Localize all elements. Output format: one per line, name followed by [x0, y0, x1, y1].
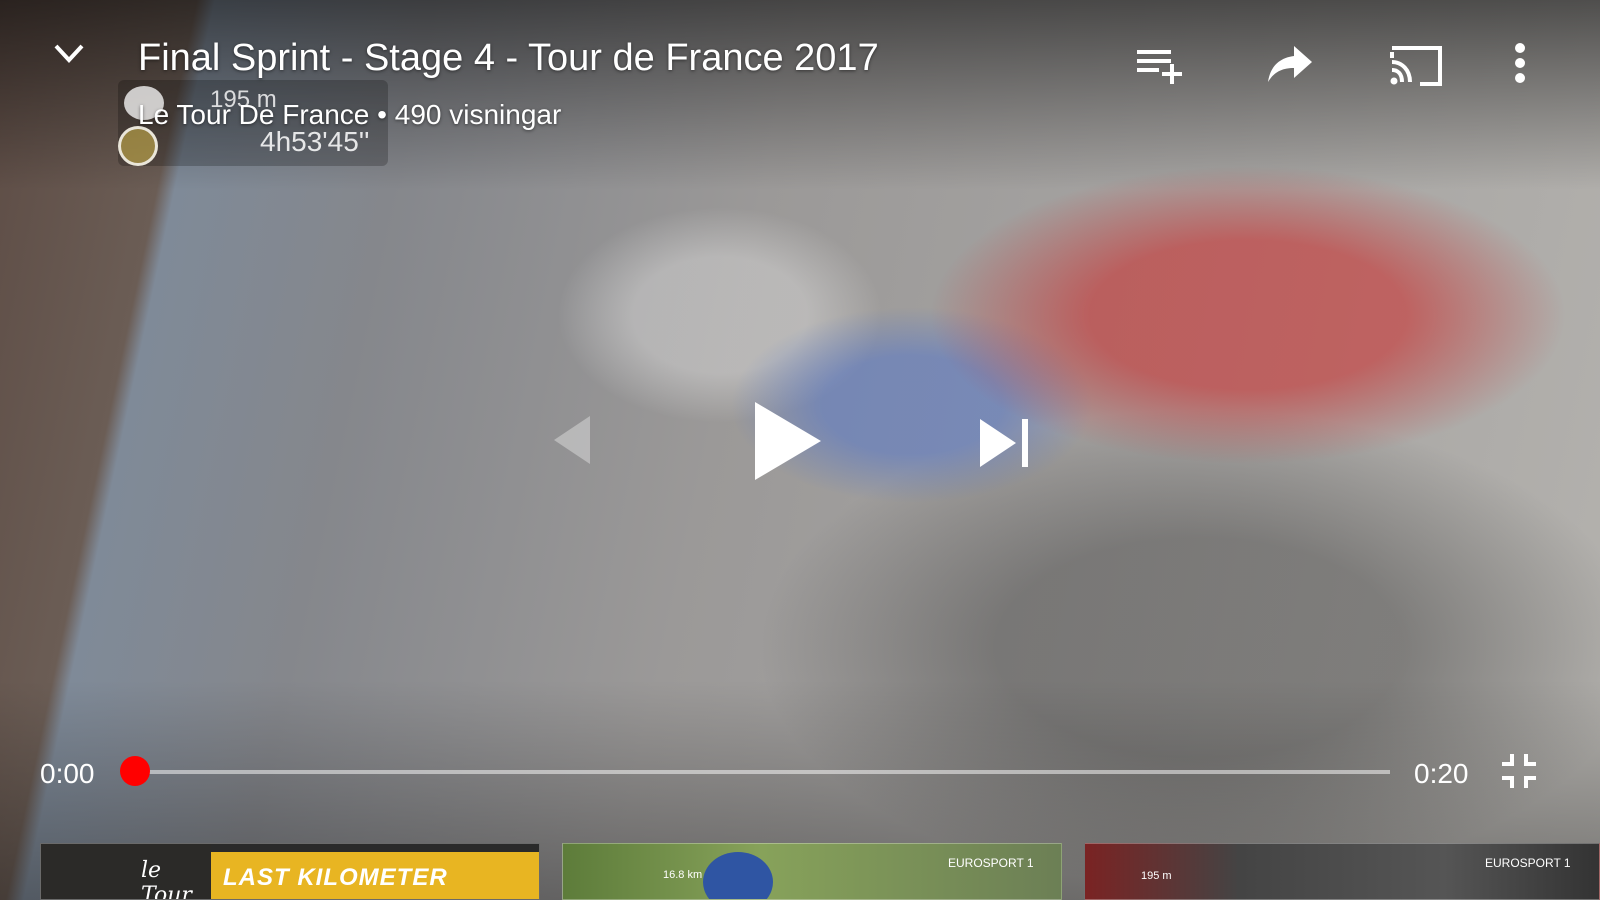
video-title: Final Sprint - Stage 4 - Tour de France … [138, 37, 879, 79]
channel-views[interactable]: Le Tour De France • 490 visningar [138, 98, 561, 132]
progress-scrubber[interactable] [120, 756, 150, 786]
thumbnail-distance: 195 m [1141, 870, 1172, 882]
share-button[interactable] [1260, 36, 1320, 92]
collapse-button[interactable] [52, 40, 86, 70]
thumbnail-distance: 16.8 km [663, 869, 703, 881]
chevron-down-icon [54, 44, 84, 63]
related-video-2[interactable]: 16.8 km EUROSPORT 1 [562, 843, 1062, 900]
add-to-playlist-button[interactable] [1130, 36, 1190, 92]
exit-fullscreen-button[interactable] [1500, 752, 1538, 790]
skip-previous-icon [554, 416, 590, 464]
play-icon [755, 402, 821, 480]
duration: 0:20 [1414, 758, 1469, 789]
current-time: 0:00 [40, 758, 95, 789]
next-button[interactable] [978, 415, 1034, 471]
thumbnail-channel-tag: EUROSPORT 1 [948, 856, 1034, 870]
cast-button[interactable] [1386, 36, 1446, 92]
thumbnail-channel-tag: EUROSPORT 1 [1485, 856, 1571, 870]
play-button[interactable] [745, 398, 827, 484]
playlist-add-icon [1137, 50, 1182, 84]
thumbnail-rider [703, 852, 773, 899]
thumbnail-banner: LAST KILOMETER [211, 852, 539, 899]
tour-logo: le Tour [41, 844, 211, 899]
skip-next-icon [980, 419, 1028, 467]
more-options-button[interactable] [1492, 36, 1548, 92]
share-arrow-icon [1268, 46, 1312, 82]
exit-fullscreen-icon [1502, 754, 1536, 788]
progress-track[interactable] [136, 770, 1390, 774]
clock-icon [118, 126, 158, 166]
previous-button [540, 410, 596, 470]
related-video-1[interactable]: le Tour LAST KILOMETER [40, 843, 540, 900]
related-videos: le Tour LAST KILOMETER 16.8 km EUROSPORT… [0, 843, 1600, 900]
cast-icon [1390, 46, 1442, 86]
related-video-3[interactable]: 195 m EUROSPORT 1 [1084, 843, 1600, 900]
more-vertical-icon [1515, 43, 1525, 83]
